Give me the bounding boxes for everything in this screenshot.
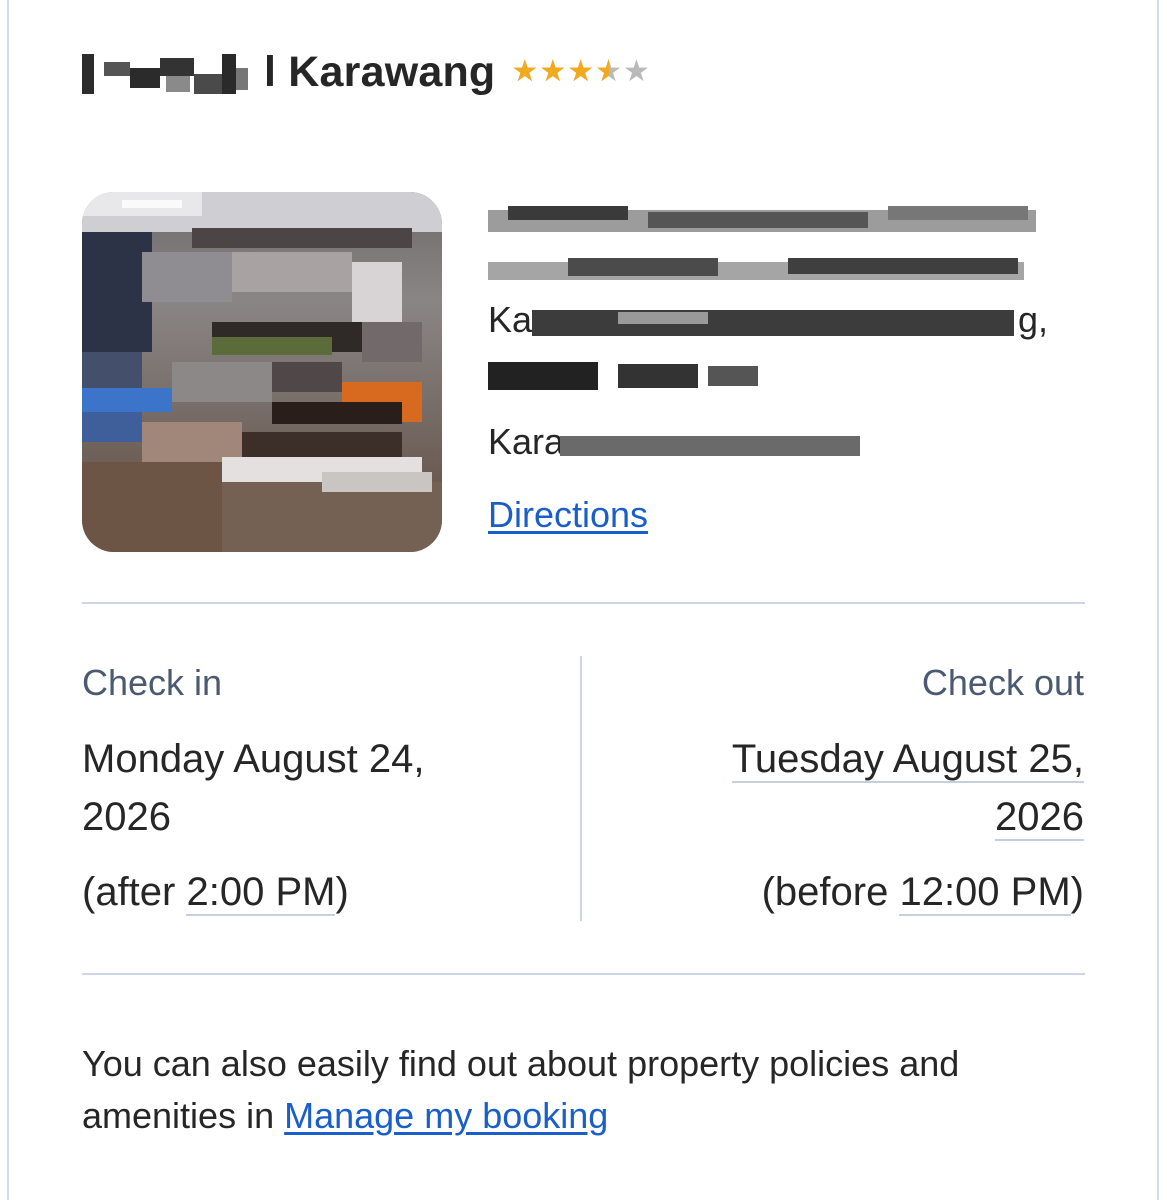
check-in-time: (after 2:00 PM): [82, 870, 349, 916]
address-line-1: [488, 196, 1048, 244]
footer-note: You can also easily find out about prope…: [82, 1038, 1085, 1142]
check-out-time: (before 12:00 PM): [761, 870, 1084, 916]
check-in-date: Monday August 24, 2026: [82, 730, 424, 846]
directions-link[interactable]: Directions: [488, 494, 648, 536]
address-line-5-start: Kara: [488, 421, 565, 462]
divider-bottom: [82, 973, 1085, 975]
check-out-time-value: 12:00 PM: [899, 870, 1071, 916]
check-out-date-line1: Tuesday August 25,: [731, 737, 1084, 783]
star-rating: ★★★★★★★★★: [511, 57, 651, 87]
hotel-header: l Karawang ★★★★★★★★★: [82, 42, 651, 102]
hotel-name: l Karawang: [82, 48, 495, 97]
hotel-photo-image: [82, 192, 442, 552]
check-in-label: Check in: [82, 662, 223, 703]
manage-booking-link[interactable]: Manage my booking: [284, 1095, 608, 1136]
star-icon: ★: [623, 55, 650, 88]
check-out-label: Check out: [921, 662, 1084, 703]
address-line-4: [488, 352, 1048, 396]
check-out-time-prefix: (before: [761, 870, 900, 914]
address-line-3-end: g,: [1013, 298, 1048, 342]
check-in-date-line1: Monday August 24,: [82, 737, 425, 781]
check-in-time-suffix: ): [335, 870, 349, 914]
divider-top: [82, 602, 1085, 604]
hotel-photo[interactable]: [82, 192, 442, 552]
divider-vertical: [580, 656, 582, 921]
address-line-2: [488, 252, 1048, 292]
check-in-time-prefix: (after: [82, 870, 187, 914]
check-out-time-suffix: ): [1070, 870, 1084, 914]
redacted-hotel-name: [82, 48, 254, 96]
star-icon: ★★: [595, 55, 623, 88]
frame-right-border: [1157, 0, 1159, 1200]
star-icon: ★★: [511, 55, 539, 88]
frame-left-border: [7, 0, 9, 1200]
hotel-name-visible: l Karawang: [264, 47, 496, 96]
check-in-date-line2: 2026: [82, 795, 171, 839]
star-icon: ★★: [539, 55, 567, 88]
check-out-date-line2: 2026: [995, 795, 1084, 841]
address-line-3: Ka g,: [488, 298, 1048, 346]
check-out-date: Tuesday August 25, 2026: [731, 730, 1084, 846]
star-icon: ★★: [567, 55, 595, 88]
check-in-time-value: 2:00 PM: [186, 870, 336, 916]
address-line-5: Kara: [488, 420, 1048, 468]
address-line-3-start: Ka: [488, 299, 533, 340]
